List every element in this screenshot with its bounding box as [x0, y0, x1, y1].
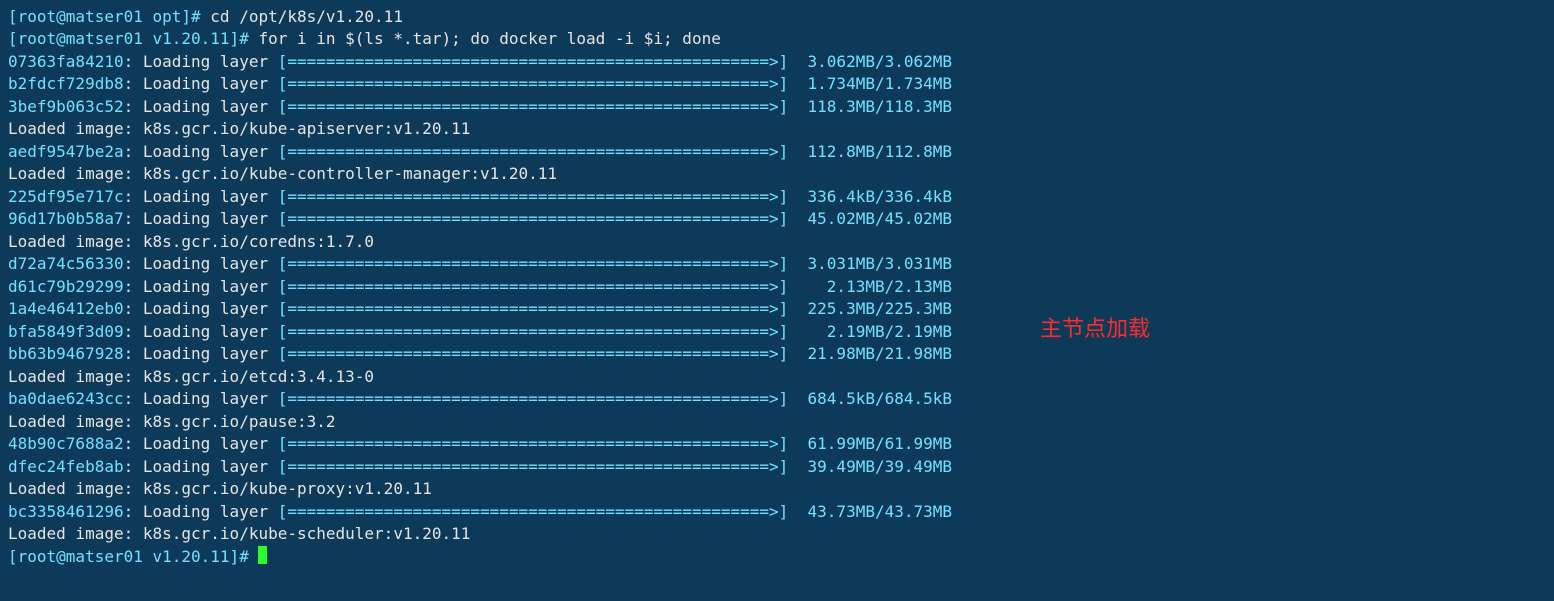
loading-layer-line: bc3358461296: Loading layer [===========…: [8, 501, 1546, 524]
prompt-line: [root@matser01 opt]# cd /opt/k8s/v1.20.1…: [8, 6, 1546, 29]
loaded-image-line: Loaded image: k8s.gcr.io/coredns:1.7.0: [8, 231, 1546, 254]
loaded-image-line: Loaded image: k8s.gcr.io/pause:3.2: [8, 411, 1546, 434]
prompt-line: [root@matser01 v1.20.11]# for i in $(ls …: [8, 28, 1546, 51]
loading-layer-line: ba0dae6243cc: Loading layer [===========…: [8, 388, 1546, 411]
loaded-image-line: Loaded image: k8s.gcr.io/etcd:3.4.13-0: [8, 366, 1546, 389]
loading-layer-line: 07363fa84210: Loading layer [===========…: [8, 51, 1546, 74]
annotation-label: 主节点加载: [1040, 316, 1150, 339]
loading-layer-line: d61c79b29299: Loading layer [===========…: [8, 276, 1546, 299]
loading-layer-line: d72a74c56330: Loading layer [===========…: [8, 253, 1546, 276]
loading-layer-line: 3bef9b063c52: Loading layer [===========…: [8, 96, 1546, 119]
loading-layer-line: bfa5849f3d09: Loading layer [===========…: [8, 321, 1546, 344]
loading-layer-line: aedf9547be2a: Loading layer [===========…: [8, 141, 1546, 164]
loaded-image-line: Loaded image: k8s.gcr.io/kube-apiserver:…: [8, 118, 1546, 141]
terminal[interactable]: scheduler.tar[root@matser01 opt]# cd /op…: [0, 0, 1554, 568]
loading-layer-line: dfec24feb8ab: Loading layer [===========…: [8, 456, 1546, 479]
cursor: [258, 546, 267, 564]
loaded-image-line: Loaded image: k8s.gcr.io/kube-proxy:v1.2…: [8, 478, 1546, 501]
loading-layer-line: 48b90c7688a2: Loading layer [===========…: [8, 433, 1546, 456]
loaded-image-line: Loaded image: k8s.gcr.io/kube-controller…: [8, 163, 1546, 186]
loading-layer-line: 96d17b0b58a7: Loading layer [===========…: [8, 208, 1546, 231]
loading-layer-line: b2fdcf729db8: Loading layer [===========…: [8, 73, 1546, 96]
prompt-line[interactable]: [root@matser01 v1.20.11]#: [8, 546, 1546, 569]
loading-layer-line: 1a4e46412eb0: Loading layer [===========…: [8, 298, 1546, 321]
loading-layer-line: bb63b9467928: Loading layer [===========…: [8, 343, 1546, 366]
loading-layer-line: 225df95e717c: Loading layer [===========…: [8, 186, 1546, 209]
loaded-image-line: Loaded image: k8s.gcr.io/kube-scheduler:…: [8, 523, 1546, 546]
